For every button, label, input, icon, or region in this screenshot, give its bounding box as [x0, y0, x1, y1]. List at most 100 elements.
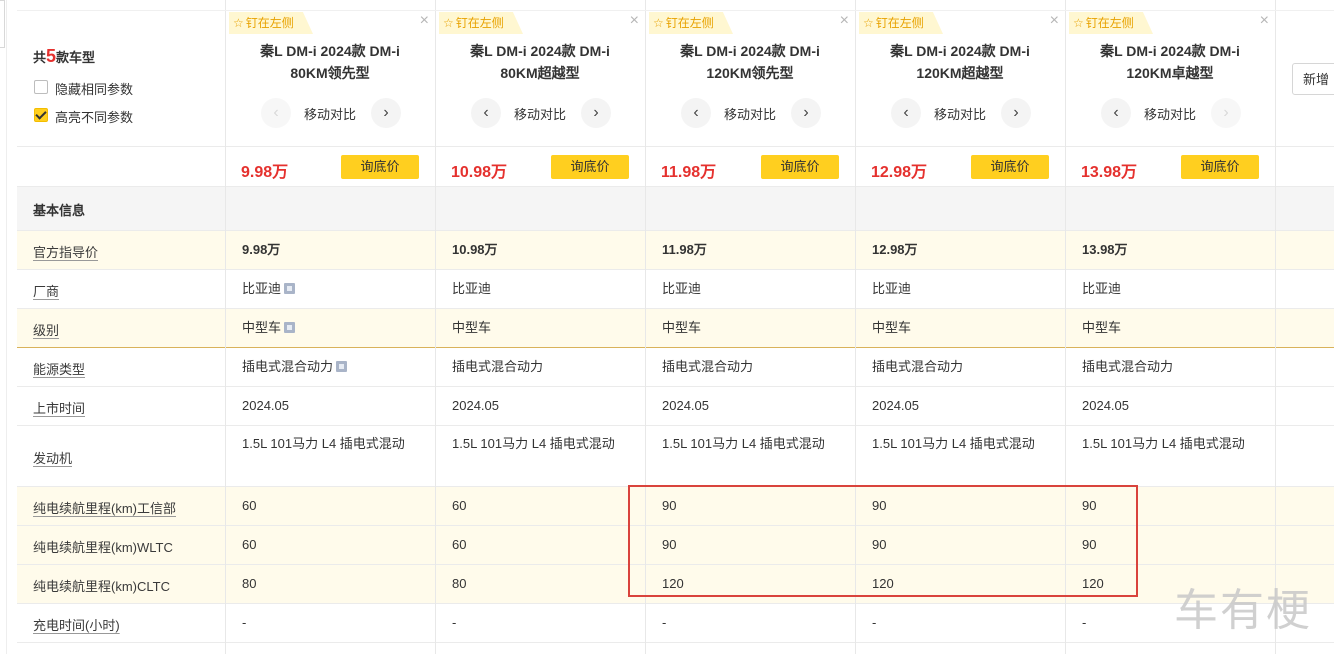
param-label[interactable]: 充电时间(小时) — [33, 615, 120, 634]
car-price: 11.98万 — [661, 164, 717, 181]
param-value: 1.5L 101马力 L4 插电式混动 — [1082, 436, 1245, 451]
row-divider — [17, 603, 1334, 604]
param-value: 13.98万 — [1082, 241, 1128, 257]
param-row: 上市时间 2024.05 2024.05 2024.05 2024.05 2024.05 — [17, 386, 1334, 425]
row-divider — [17, 347, 1334, 348]
param-value: 比亚迪 — [452, 280, 492, 296]
close-icon[interactable]: × — [840, 11, 849, 31]
close-icon[interactable]: × — [630, 11, 639, 31]
pin-left-button[interactable]: ☆ 钉在左侧 — [859, 12, 943, 34]
param-value: 中型车 — [452, 319, 492, 335]
info-icon[interactable] — [284, 321, 296, 333]
param-value: 比亚迪 — [872, 280, 912, 296]
highlight-diff-checkbox[interactable] — [34, 108, 48, 122]
close-icon[interactable]: × — [420, 11, 429, 31]
param-label[interactable]: 发动机 — [33, 448, 72, 467]
column-divider — [225, 0, 226, 654]
car-column-header: ☆ 钉在左侧 × 秦L DM-i 2024款 DM-i 80KM超越型 ‹ 移动对… — [435, 0, 645, 186]
ask-price-button[interactable]: 询底价 — [1181, 155, 1259, 179]
car-column-header: ☆ 钉在左侧 × 秦L DM-i 2024款 DM-i 120KM领先型 ‹ 移动… — [645, 0, 855, 186]
param-value: 2024.05 — [452, 397, 499, 413]
param-value: 1.5L 101马力 L4 插电式混动 — [452, 436, 615, 451]
move-right-button[interactable]: › — [791, 98, 821, 128]
car-column-header: ☆ 钉在左侧 × 秦L DM-i 2024款 DM-i 80KM领先型 ‹ 移动对… — [225, 0, 435, 186]
ask-price-button[interactable]: 询底价 — [341, 155, 419, 179]
row-divider — [17, 269, 1334, 270]
param-value: 2024.05 — [662, 397, 709, 413]
param-value: - — [872, 614, 877, 630]
param-label[interactable]: 纯电续航里程(km)CLTC — [33, 576, 170, 595]
close-icon[interactable]: × — [1050, 11, 1059, 31]
param-value: 插电式混合动力 — [662, 358, 754, 374]
star-icon: ☆ — [233, 16, 244, 30]
column-divider — [435, 0, 436, 654]
section-header: 基本信息 — [17, 186, 1334, 230]
pin-left-button[interactable]: ☆ 钉在左侧 — [439, 12, 523, 34]
hide-same-checkbox[interactable] — [34, 80, 48, 94]
param-row: 充电时间(小时) - - - - - — [17, 603, 1334, 642]
param-value: 1.5L 101马力 L4 插电式混动 — [242, 436, 405, 451]
add-model-button[interactable]: 新增 — [1292, 63, 1334, 95]
watermark: 车有梗 — [1174, 585, 1312, 636]
pin-left-button[interactable]: ☆ 钉在左侧 — [649, 12, 733, 34]
row-divider — [17, 642, 1334, 643]
left-panel-edge — [0, 0, 5, 48]
param-label[interactable]: 级别 — [33, 320, 59, 339]
param-value: 中型车 — [872, 319, 912, 335]
row-divider — [17, 230, 1334, 231]
star-icon: ☆ — [1073, 16, 1084, 30]
param-value: - — [242, 614, 247, 630]
param-row: 级别 中型车 中型车 中型车 中型车 中型车 — [17, 308, 1334, 347]
hide-same-label[interactable]: 隐藏相同参数 — [55, 79, 133, 98]
ask-price-button[interactable]: 询底价 — [551, 155, 629, 179]
move-right-button[interactable]: › — [1001, 98, 1031, 128]
row-divider — [17, 425, 1334, 426]
ask-price-button[interactable]: 询底价 — [971, 155, 1049, 179]
star-icon: ☆ — [653, 16, 664, 30]
param-label[interactable]: 上市时间 — [33, 398, 85, 417]
param-value: - — [452, 614, 457, 630]
info-icon[interactable] — [284, 282, 296, 294]
move-right-button[interactable]: › — [371, 98, 401, 128]
param-label[interactable]: 纯电续航里程(km)工信部 — [33, 498, 176, 517]
param-label[interactable]: 官方指导价 — [33, 242, 98, 261]
star-icon: ☆ — [863, 16, 874, 30]
param-value: 2024.05 — [1082, 397, 1129, 413]
param-value: 11.98万 — [662, 241, 707, 257]
param-value: 插电式混合动力 — [242, 356, 348, 378]
close-icon[interactable]: × — [1260, 11, 1269, 31]
model-name: 秦L DM-i 2024款 DM-i 120KM卓越型 — [1100, 43, 1240, 81]
car-price: 12.98万 — [871, 164, 928, 181]
param-row: 能源类型 插电式混合动力 插电式混合动力 插电式混合动力 插电式混合动力 插电式混合动力 — [17, 347, 1334, 386]
move-compare-label: 移动对比 — [513, 107, 566, 122]
car-column-header: ☆ 钉在左侧 × 秦L DM-i 2024款 DM-i 120KM超越型 ‹ 移动… — [855, 0, 1065, 186]
param-value: 9.98万 — [242, 241, 281, 257]
param-label[interactable]: 纯电续航里程(km)WLTC — [33, 537, 173, 556]
pin-left-button[interactable]: ☆ 钉在左侧 — [1069, 12, 1153, 34]
move-compare-label: 移动对比 — [933, 107, 986, 122]
param-value: 中型车 — [662, 319, 702, 335]
row-divider — [17, 186, 1334, 187]
param-value: 1.5L 101马力 L4 插电式混动 — [872, 436, 1035, 451]
param-label[interactable]: 能源类型 — [33, 359, 85, 378]
info-icon[interactable] — [336, 360, 348, 372]
param-label[interactable]: 厂商 — [33, 281, 59, 300]
row-divider — [17, 308, 1334, 309]
param-value: - — [662, 614, 667, 630]
param-value: 比亚迪 — [1082, 280, 1122, 296]
move-right-button[interactable]: › — [1211, 98, 1241, 128]
param-value: 插电式混合动力 — [1082, 358, 1174, 374]
section-title: 基本信息 — [33, 203, 86, 218]
param-value: 中型车 — [242, 317, 296, 339]
ask-price-button[interactable]: 询底价 — [761, 155, 839, 179]
param-value: 80 — [242, 575, 257, 591]
move-compare-label: 移动对比 — [723, 107, 776, 122]
model-count: 共5款车型 — [33, 46, 96, 66]
highlight-diff-label[interactable]: 高亮不同参数 — [55, 107, 133, 126]
model-name: 秦L DM-i 2024款 DM-i 120KM超越型 — [890, 43, 1030, 81]
param-value: 12.98万 — [872, 241, 918, 257]
param-value: 插电式混合动力 — [872, 358, 964, 374]
move-right-button[interactable]: › — [581, 98, 611, 128]
pin-left-button[interactable]: ☆ 钉在左侧 — [229, 12, 313, 34]
move-compare-label: 移动对比 — [1143, 107, 1196, 122]
